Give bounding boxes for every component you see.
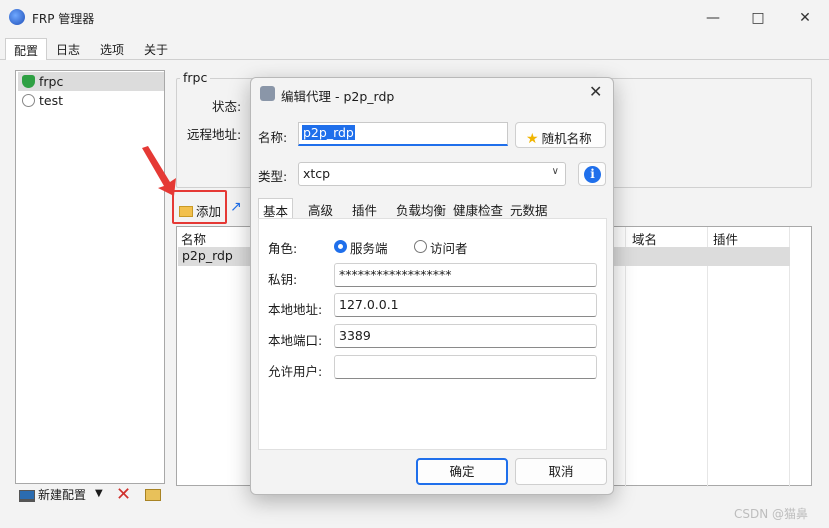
type-select[interactable]: xtcp ∨ <box>298 162 566 186</box>
tab-plugin[interactable]: 插件 <box>348 198 381 218</box>
info-icon: i <box>584 166 601 183</box>
column-header-plugin[interactable]: 插件 <box>713 229 738 248</box>
allowed-users-field[interactable] <box>334 355 597 379</box>
new-config-button[interactable]: 新建配置 <box>19 486 86 503</box>
name-input[interactable]: p2p_rdp <box>298 122 508 146</box>
app-globe-icon <box>9 9 25 25</box>
dialog-title: 编辑代理 - p2p_rdp <box>281 89 395 104</box>
info-button[interactable]: i <box>578 162 606 186</box>
minimize-icon[interactable]: — <box>700 6 726 30</box>
maximize-icon[interactable]: □ <box>745 6 771 30</box>
proxy-name-cell: p2p_rdp <box>182 248 233 263</box>
tab-config[interactable]: 配置 <box>5 38 48 60</box>
ok-button[interactable]: 确定 <box>416 458 508 485</box>
shield-check-icon <box>22 75 35 88</box>
computer-icon <box>19 489 35 502</box>
group-title: frpc <box>180 70 211 85</box>
secret-key-label: 私钥: <box>268 272 298 287</box>
close-icon[interactable]: ✕ <box>589 82 602 101</box>
status-circle-icon <box>22 94 35 107</box>
role-server-radio[interactable]: 服务端 <box>334 238 388 257</box>
random-name-button[interactable]: ★ 随机名称 <box>515 122 606 148</box>
watermark: CSDN @猫鼻 <box>734 507 809 521</box>
main-tab-bar: 配置 日志 选项 关于 <box>0 36 829 60</box>
role-visitor-radio[interactable]: 访问者 <box>414 238 468 257</box>
folder-icon <box>179 206 193 217</box>
close-icon[interactable]: ✕ <box>792 6 818 30</box>
config-item-label: test <box>39 93 64 108</box>
config-item-label: frpc <box>39 74 64 89</box>
tab-basic[interactable]: 基本 <box>258 198 294 219</box>
cancel-button[interactable]: 取消 <box>515 458 607 485</box>
tab-about[interactable]: 关于 <box>136 38 176 60</box>
add-proxy-button[interactable]: 添加 <box>172 190 227 224</box>
local-port-field[interactable]: 3389 <box>334 324 597 348</box>
column-divider <box>789 227 790 487</box>
config-list[interactable]: frpc test <box>15 70 165 484</box>
radio-checked-icon <box>334 240 347 253</box>
radio-unchecked-icon <box>414 240 427 253</box>
allowed-users-label: 允许用户: <box>268 364 323 379</box>
local-address-field[interactable]: 127.0.0.1 <box>334 293 597 317</box>
card-icon[interactable] <box>145 489 161 501</box>
tab-advanced[interactable]: 高级 <box>304 198 337 218</box>
chevron-down-icon: ∨ <box>551 166 559 177</box>
tab-load-balance[interactable]: 负载均衡 <box>392 198 450 218</box>
type-label: 类型: <box>258 169 288 184</box>
name-label: 名称: <box>258 130 288 145</box>
config-item-test[interactable]: test <box>18 91 164 110</box>
config-item-frpc[interactable]: frpc <box>18 72 164 91</box>
window-title: FRP 管理器 <box>32 12 95 26</box>
star-icon: ★ <box>526 131 539 147</box>
remote-address-label: 远程地址: <box>187 127 242 142</box>
column-header-domain[interactable]: 域名 <box>632 229 657 248</box>
chevron-down-icon[interactable]: ▼ <box>95 488 103 499</box>
column-divider <box>707 227 708 487</box>
local-port-label: 本地端口: <box>268 333 323 348</box>
tab-options[interactable]: 选项 <box>92 38 132 60</box>
secret-key-field[interactable]: ****************** <box>334 263 597 287</box>
role-label: 角色: <box>268 241 298 256</box>
gear-icon <box>260 86 275 101</box>
dialog-tab-bar: 基本 高级 插件 负载均衡 健康检查 元数据 <box>258 196 607 219</box>
delete-x-icon[interactable]: ✕ <box>116 484 131 505</box>
tab-log[interactable]: 日志 <box>48 38 88 60</box>
tab-health-check[interactable]: 健康检查 <box>449 198 507 218</box>
status-label: 状态: <box>212 99 242 114</box>
title-bar: FRP 管理器 — □ ✕ <box>0 0 829 36</box>
tab-metadata[interactable]: 元数据 <box>506 198 552 218</box>
column-header-name[interactable]: 名称 <box>181 229 206 248</box>
arrow-icon[interactable]: ↗ <box>230 199 242 215</box>
edit-proxy-dialog: 编辑代理 - p2p_rdp ✕ 名称: p2p_rdp ★ 随机名称 类型: x… <box>250 77 614 495</box>
local-address-label: 本地地址: <box>268 302 323 317</box>
column-divider <box>625 227 626 487</box>
